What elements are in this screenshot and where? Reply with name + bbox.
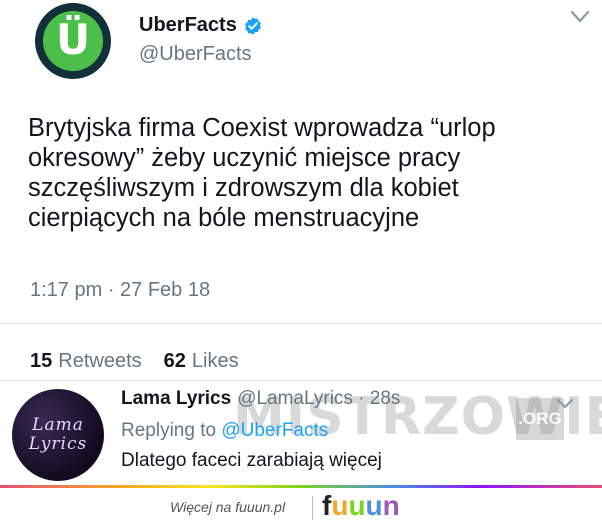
author-avatar[interactable]: Ü <box>35 3 111 79</box>
reply-text: Dlatego faceci zarabiają więcej <box>121 450 382 471</box>
tweet-timestamp[interactable]: 1:17 pm · 27 Feb 18 <box>30 279 210 302</box>
logo-letter: u <box>365 490 383 521</box>
reply-avatar-text-line2: Lyrics <box>28 434 88 454</box>
chevron-down-icon[interactable] <box>570 10 590 24</box>
reply-header: Lama Lyrics @LamaLyrics · 28s <box>121 388 400 410</box>
reply-avatar-text-line1: Lama <box>32 415 84 435</box>
footer-more-link[interactable]: Więcej na fuuun.pl <box>170 499 285 515</box>
logo-letter: u <box>348 490 366 521</box>
likes-label: Likes <box>191 350 239 372</box>
author-name-row: UberFacts <box>139 14 263 37</box>
chevron-down-icon[interactable] <box>556 398 574 410</box>
author-handle[interactable]: @UberFacts <box>139 43 252 66</box>
fuuun-logo[interactable]: fuuun <box>322 491 400 521</box>
tweet-text: Brytyjska firma Coexist wprowadza “urlop… <box>28 114 496 232</box>
logo-letter: n <box>382 490 400 521</box>
reply-display-name[interactable]: Lama Lyrics <box>121 388 231 410</box>
likes-count: 62 <box>163 350 186 372</box>
site-footer: Więcej na fuuun.pl fuuun <box>0 488 602 528</box>
avatar-logo-glyph: Ü <box>55 15 91 64</box>
logo-letter: f <box>322 490 332 521</box>
reply-handle-time[interactable]: @LamaLyrics · 28s <box>237 388 400 410</box>
retweets-label: Retweets <box>58 350 142 372</box>
avatar-ring: Ü <box>43 11 103 71</box>
divider <box>0 380 602 381</box>
verified-badge-icon <box>244 16 261 35</box>
tweet-card: Ü UberFacts @UberFacts Brytyjska firma C… <box>0 0 602 485</box>
author-display-name[interactable]: UberFacts <box>139 14 237 37</box>
retweets-stat[interactable]: 15 Retweets <box>30 350 142 373</box>
footer-separator <box>312 496 313 520</box>
tweet-stats: 15 Retweets 62 Likes <box>30 350 239 373</box>
divider <box>0 323 602 324</box>
retweets-count: 15 <box>30 350 53 372</box>
reply-author-avatar[interactable]: Lama Lyrics <box>12 389 104 481</box>
replying-to-line: Replying to @UberFacts <box>121 420 328 442</box>
logo-letter: u <box>331 490 349 521</box>
replying-to-prefix: Replying to <box>121 420 217 441</box>
likes-stat[interactable]: 62 Likes <box>164 350 239 373</box>
replying-to-mention[interactable]: @UberFacts <box>221 420 328 441</box>
